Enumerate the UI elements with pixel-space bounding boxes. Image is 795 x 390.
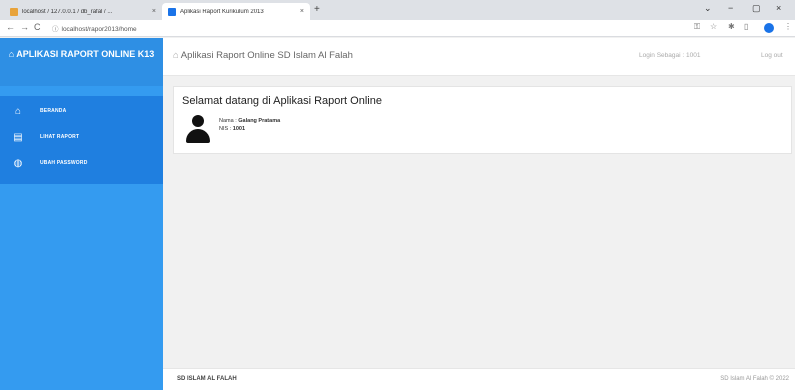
extensions-icon[interactable]: ✱ (728, 22, 735, 31)
name-label: Nama : (219, 118, 239, 124)
close-tab-icon[interactable]: × (152, 8, 156, 15)
sidebar-menu: ⌂ BERANDA ▤ LIHAT RAPORT ◍ UBAH PASSWORD (0, 96, 163, 184)
close-tab-icon[interactable]: × (300, 8, 304, 15)
url-text: localhost/rapor2013/home (61, 26, 137, 33)
student-nis-row: NIS : 1001 (219, 125, 280, 133)
footer: SD ISLAM AL FALAH SD Islam Al Falah © 20… (163, 368, 795, 390)
window-close-button[interactable]: × (776, 3, 781, 13)
sidebar-item-label: UBAH PASSWORD (40, 160, 88, 166)
report-icon: ▤ (13, 131, 23, 143)
new-tab-button[interactable]: + (314, 4, 320, 15)
info-icon[interactable]: ⓘ (52, 26, 59, 33)
login-status: Login Sebagai : 1001 (639, 52, 701, 59)
sidebar-item-label: BERANDA (40, 108, 67, 114)
phpmyadmin-icon (10, 7, 18, 16)
student-nis: 1001 (232, 126, 246, 132)
sidebar: ⌂ APLIKASI RAPORT ONLINE K13 ⌂ BERANDA ▤… (0, 38, 163, 390)
graduation-cap-icon: ⌂ (8, 49, 15, 59)
page-title-text: Aplikasi Raport Online SD Islam Al Falah (180, 50, 353, 61)
top-header: ⌂ Aplikasi Raport Online SD Islam Al Fala… (163, 38, 795, 76)
home-icon: ⌂ (14, 105, 22, 117)
welcome-heading: Selamat datang di Aplikasi Raport Online (182, 95, 382, 107)
nis-label: NIS : (219, 126, 233, 132)
maximize-button[interactable]: ▢ (752, 3, 761, 14)
browser-tab-aplikasi[interactable]: Aplikasi Raport Kurikulum 2013 × (162, 3, 310, 20)
profile-avatar-icon[interactable] (764, 23, 774, 33)
minimize-button[interactable]: − (728, 3, 733, 13)
password-icon: ◍ (13, 157, 23, 169)
welcome-card: Selamat datang di Aplikasi Raport Online… (173, 86, 792, 154)
tab-title: localhost / 127.0.0.1 / db_rafal / ... (22, 8, 113, 15)
brand-title: APLIKASI RAPORT ONLINE K13 (16, 49, 155, 59)
key-icon[interactable]: ⚿ (694, 22, 700, 32)
browser-tab-phpmyadmin[interactable]: localhost / 127.0.0.1 / db_rafal / ... × (4, 3, 162, 20)
sidebar-item-beranda[interactable]: ⌂ BERANDA (0, 100, 163, 122)
browser-tab-strip: localhost / 127.0.0.1 / db_rafal / ... ×… (0, 0, 795, 20)
tab-title: Aplikasi Raport Kurikulum 2013 (180, 8, 264, 15)
logout-link[interactable]: Log out (761, 52, 783, 59)
reload-button[interactable]: C (34, 22, 41, 32)
star-icon[interactable]: ☆ (710, 22, 717, 31)
forward-button[interactable]: → (20, 22, 29, 32)
browser-menu-icon[interactable]: ⋮ (784, 22, 792, 31)
chevron-down-icon[interactable]: ⌄ (704, 3, 712, 14)
sidebar-panel-icon[interactable]: ▯ (744, 22, 748, 31)
address-bar: ← → C ⓘ localhost/rapor2013/home ⚿ ☆ ✱ ▯ … (0, 20, 795, 37)
app-icon (168, 7, 176, 16)
student-info: Nama : Galang Pratama NIS : 1001 (219, 117, 280, 133)
footer-school-name: SD ISLAM AL FALAH (177, 376, 237, 382)
brand-logo[interactable]: ⌂ APLIKASI RAPORT ONLINE K13 (0, 38, 163, 86)
graduation-cap-icon: ⌂ (173, 50, 179, 61)
page-title: ⌂ Aplikasi Raport Online SD Islam Al Fala… (173, 50, 353, 61)
sidebar-item-lihat-raport[interactable]: ▤ LIHAT RAPORT (0, 126, 163, 148)
sidebar-item-label: LIHAT RAPORT (40, 134, 80, 140)
sidebar-item-ubah-password[interactable]: ◍ UBAH PASSWORD (0, 152, 163, 174)
user-avatar-icon (186, 115, 210, 145)
footer-copyright: SD Islam Al Falah © 2022 (720, 376, 789, 382)
student-name-row: Nama : Galang Pratama (219, 117, 280, 125)
student-name: Galang Pratama (238, 118, 281, 124)
back-button[interactable]: ← (6, 22, 15, 32)
url-field[interactable]: ⓘ localhost/rapor2013/home (52, 23, 137, 33)
